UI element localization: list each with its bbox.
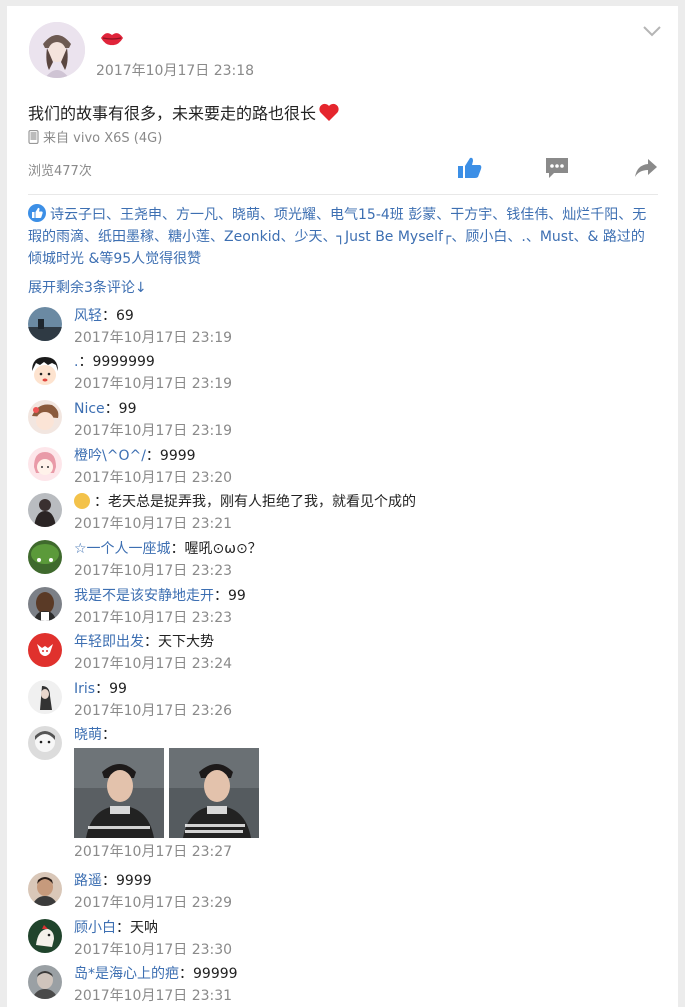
comment-text: ：9999 (102, 873, 152, 889)
comment-images (74, 748, 259, 838)
view-count: 浏览477次 (28, 164, 92, 179)
comment-text: ：喔吼⊙ω⊙？ (170, 541, 262, 557)
post-timestamp: 2017年10月17日 23:18 (96, 63, 255, 79)
comment-text: ：69 (102, 308, 134, 324)
thinking-emoji-icon (74, 493, 90, 509)
comment-image[interactable] (169, 748, 259, 838)
comment-text: ：99 (214, 588, 246, 604)
comment-username[interactable]: 路遥 (74, 873, 102, 889)
comment-username[interactable]: Iris (74, 681, 95, 697)
post-card: 2017年10月17日 23:18 我们的故事有很多，未来要走的路也很长 来自 … (7, 6, 678, 1007)
comment-text: ：99 (104, 401, 137, 417)
lips-icon (101, 33, 123, 46)
phone-icon (28, 129, 39, 144)
comment-icon[interactable] (544, 156, 570, 180)
commenter-avatar[interactable] (28, 872, 62, 906)
commenter-avatar[interactable] (28, 680, 62, 714)
commenter-avatar[interactable] (28, 633, 62, 667)
likes-text: 诗云子曰、王尧申、方一凡、晓萌、项光耀、电气15-4班 彭蒙、干方宇、钱佳伟、灿… (28, 207, 647, 267)
comment-text: ：99999 (179, 966, 238, 982)
comment-timestamp: 2017年10月17日 23:20 (74, 470, 233, 486)
comment-timestamp: 2017年10月17日 23:21 (74, 516, 233, 532)
comment-timestamp: 2017年10月17日 23:31 (74, 988, 233, 1004)
comment-username[interactable]: 我是不是该安静地走开 (74, 588, 214, 604)
commenter-avatar[interactable] (28, 307, 62, 341)
comment-timestamp: 2017年10月17日 23:19 (74, 376, 233, 392)
comment-timestamp: 2017年10月17日 23:27 (74, 844, 233, 860)
likes-list[interactable]: 诗云子曰、王尧申、方一凡、晓萌、项光耀、电气15-4班 彭蒙、干方宇、钱佳伟、灿… (28, 204, 658, 270)
comment-image[interactable] (74, 748, 164, 838)
device-label: 来自 vivo X6S (4G) (43, 131, 163, 146)
comment-text: ：9999999 (78, 354, 155, 370)
device-info: 来自 vivo X6S (4G) (28, 127, 162, 146)
commenter-avatar[interactable] (28, 919, 62, 953)
expand-comments-link[interactable]: 展开剩余3条评论↓ (28, 277, 147, 297)
commenter-avatar[interactable] (28, 493, 62, 527)
comment-timestamp: 2017年10月17日 23:23 (74, 563, 233, 579)
comment-timestamp: 2017年10月17日 23:19 (74, 330, 233, 346)
comment-text: ：9999 (145, 448, 196, 464)
comment-text: ：天下大势 (144, 634, 214, 650)
post-text: 我们的故事有很多，未来要走的路也很长 (28, 104, 317, 123)
comment-username[interactable]: 年轻即出发 (74, 634, 144, 650)
comment-username[interactable]: ☆一个人一座城 (74, 541, 171, 557)
commenter-avatar[interactable] (28, 400, 62, 434)
commenter-avatar[interactable] (28, 587, 62, 621)
comment-timestamp: 2017年10月17日 23:24 (74, 656, 233, 672)
comment-username[interactable]: 橙吟\^O^/ (74, 448, 146, 464)
author-avatar[interactable] (29, 22, 85, 78)
comment-text: ： (102, 727, 116, 743)
comment-timestamp: 2017年10月17日 23:29 (74, 895, 233, 911)
comment-timestamp: 2017年10月17日 23:26 (74, 703, 233, 719)
commenter-avatar[interactable] (28, 540, 62, 574)
commenter-avatar[interactable] (28, 726, 62, 760)
like-badge-icon (28, 204, 46, 222)
comment-timestamp: 2017年10月17日 23:23 (74, 610, 233, 626)
comment-text: ：天呐 (116, 920, 158, 936)
heart-icon (319, 103, 339, 121)
chevron-down-icon[interactable] (642, 24, 662, 38)
comment-timestamp: 2017年10月17日 23:30 (74, 942, 233, 958)
comment-username[interactable]: 晓萌 (74, 727, 102, 743)
comment-username[interactable]: 风轻 (74, 308, 102, 324)
like-thumb-icon[interactable] (457, 156, 483, 180)
share-icon[interactable] (633, 156, 659, 180)
commenter-avatar[interactable] (28, 353, 62, 387)
comment-username[interactable]: 岛*是海心上的疤 (74, 966, 179, 982)
comment-username[interactable]: Nice (74, 401, 105, 417)
comment-timestamp: 2017年10月17日 23:19 (74, 423, 233, 439)
comment-text: ：老天总是捉弄我，刚有人拒绝了我，就看见个成的 (94, 494, 416, 510)
comment-username[interactable]: 顾小白 (74, 920, 116, 936)
divider (28, 194, 658, 195)
commenter-avatar[interactable] (28, 447, 62, 481)
comment-text: ：99 (95, 681, 127, 697)
post-content: 我们的故事有很多，未来要走的路也很长 (28, 100, 340, 124)
commenter-avatar[interactable] (28, 965, 62, 999)
